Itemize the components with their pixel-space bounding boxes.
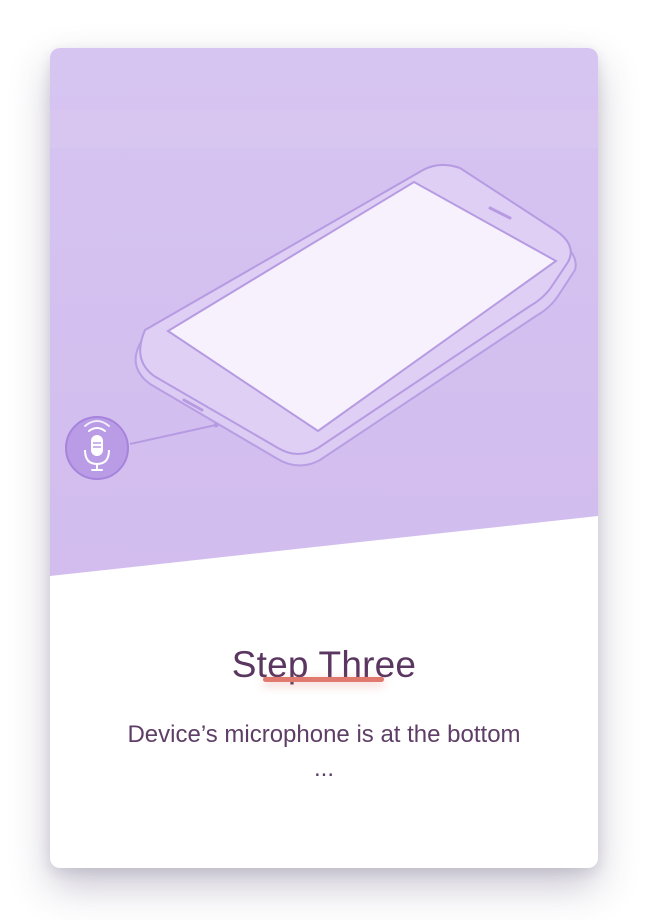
microphone-icon — [65, 416, 129, 480]
onboarding-card: Step Three Device’s microphone is at the… — [50, 48, 598, 868]
page: Step Three Device’s microphone is at the… — [0, 0, 650, 920]
hero-illustration — [50, 48, 598, 588]
step-description: Device’s microphone is at the bottom ... — [127, 721, 521, 782]
title-divider — [263, 677, 384, 682]
